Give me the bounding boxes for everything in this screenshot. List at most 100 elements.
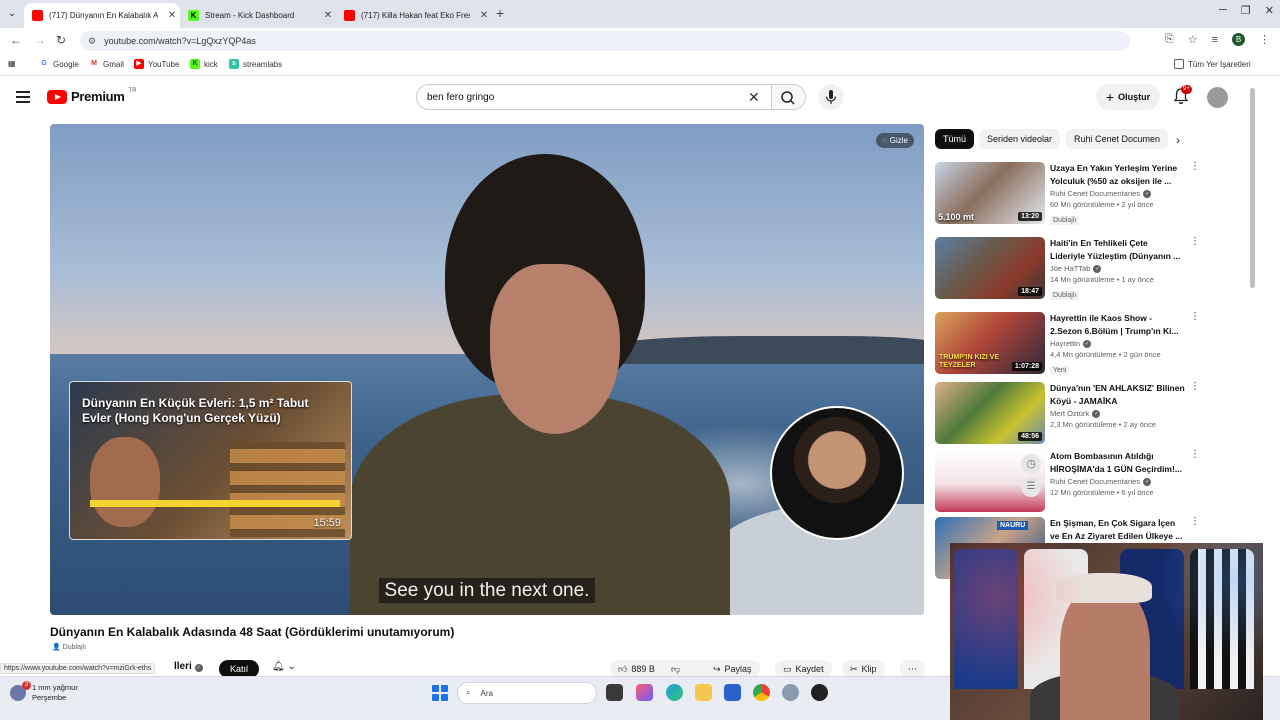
recommendation-item[interactable]: 48:56 Dünya'nın 'EN AHLAKSIZ' Bilinen Kö… <box>935 382 1200 448</box>
copilot-icon[interactable] <box>636 684 653 701</box>
more-vert-icon[interactable]: ⋮ <box>1190 382 1200 392</box>
bookmark-youtube[interactable]: ▶ YouTube <box>134 59 179 69</box>
edge-icon[interactable] <box>666 684 683 701</box>
reload-icon[interactable]: ↻ <box>56 33 66 47</box>
caption-text: See you in the next one. <box>378 578 596 603</box>
recommendation-item[interactable]: 5.100 mt 13:20 Uzaya En Yakın Yerleşim Y… <box>935 162 1200 228</box>
voice-search-button[interactable] <box>818 84 844 110</box>
more-vert-icon[interactable]: ⋮ <box>1190 517 1200 527</box>
chip-channel[interactable]: Ruhi Cenet Documen <box>1066 129 1169 149</box>
recommendation-item[interactable]: TRUMP'IN KIZI VE TEYZELER 1:07:28 Hayret… <box>935 312 1200 378</box>
obs-icon[interactable] <box>811 684 828 701</box>
endcard-thumbnail-person <box>90 437 160 527</box>
recommendation-channel[interactable]: Ruhi Cenet Documentaries ✓ <box>1050 477 1185 486</box>
settings-icon[interactable] <box>782 684 799 701</box>
search-query[interactable]: ben fero gringo <box>427 92 494 103</box>
video-thumbnail[interactable]: 18:47 <box>935 237 1045 299</box>
create-button[interactable]: + Oluştur <box>1096 84 1160 110</box>
close-icon[interactable]: ✕ <box>320 10 336 21</box>
scrollbar-thumb[interactable] <box>1250 88 1255 288</box>
recommendation-title[interactable]: Dünya'nın 'EN AHLAKSIZ' Bilinen Köyü - J… <box>1050 382 1185 407</box>
clear-search-icon[interactable]: ✕ <box>748 89 760 106</box>
omnibox[interactable]: ⚙ youtube.com/watch?v=LgQxzYQP4as <box>80 31 1130 51</box>
more-vert-icon[interactable]: ⋮ <box>1190 450 1200 460</box>
file-explorer-icon[interactable] <box>695 684 712 701</box>
recommendation-channel[interactable]: Ruhi Cenet Documentaries ✓ <box>1050 189 1185 198</box>
close-window-icon[interactable]: ✕ <box>1265 4 1274 17</box>
bookmark-kick[interactable]: K kick <box>190 59 218 69</box>
more-vert-icon[interactable]: ⋮ <box>1190 312 1200 322</box>
close-icon[interactable]: ✕ <box>476 10 492 21</box>
endscreen-channel-subscribe[interactable] <box>770 406 904 540</box>
browser-menu-icon[interactable]: ⋮ <box>1259 33 1270 46</box>
recommendation-title[interactable]: Hayrettin ile Kaos Show - 2.Sezon 6.Bölü… <box>1050 312 1185 337</box>
like-count[interactable]: 889 B <box>631 664 655 674</box>
chevron-right-icon[interactable]: › <box>1176 133 1180 147</box>
task-view-icon[interactable] <box>606 684 623 701</box>
youtube-premium-logo[interactable]: Premium TR <box>47 88 137 104</box>
recommendation-item[interactable]: ◷ ☰ Atom Bombasının Atıldığı HİROŞİMA'da… <box>935 450 1200 516</box>
bookmark-label: kick <box>204 59 218 69</box>
apps-grid-icon[interactable]: ▦ <box>8 59 16 68</box>
video-thumbnail[interactable]: TRUMP'IN KIZI VE TEYZELER 1:07:28 <box>935 312 1045 374</box>
site-info-icon[interactable]: ⚙ <box>88 36 96 47</box>
browser-tab-youtube-music[interactable]: (717) Killa Hakan feat Eko Fresh ✕ <box>336 3 492 28</box>
channel-text: Ruhi Cenet Documentaries <box>1050 189 1141 198</box>
recommendation-title[interactable]: Atom Bombasının Atıldığı HİROŞİMA'da 1 G… <box>1050 450 1185 475</box>
hide-endscreen-button[interactable]: ◌ Gizle <box>876 133 914 148</box>
video-player[interactable]: ◌ Gizle Dünyanın En Küçük Evleri: 1,5 m²… <box>50 124 924 615</box>
back-icon[interactable]: ← <box>10 33 22 47</box>
channel-name[interactable]: lleri ✓ <box>174 661 203 672</box>
recommendation-title[interactable]: Uzaya En Yakın Yerleşim Yerine Yolculuk … <box>1050 162 1185 187</box>
recommendation-channel[interactable]: Joe HaTTab ✓ <box>1050 264 1185 273</box>
restore-icon[interactable]: ❐ <box>1241 4 1251 17</box>
install-app-icon[interactable]: ⎘ <box>1165 33 1174 46</box>
weather-widget[interactable]: 3 1 mm yağmur Perşembe <box>10 681 78 703</box>
more-vert-icon[interactable]: ⋮ <box>1190 162 1200 172</box>
bookmark-gmail[interactable]: M Gmail <box>89 59 124 69</box>
subscription-bell-icon[interactable]: 🔔︎ ⌄ <box>272 661 296 672</box>
tab-search-chevron-icon[interactable]: ⌄ <box>4 6 20 22</box>
chip-all[interactable]: Tümü <box>935 129 975 149</box>
profile-avatar[interactable]: B <box>1232 33 1245 46</box>
verified-icon: ✓ <box>1093 264 1102 273</box>
recommendation-channel[interactable]: Hayrettin ✓ <box>1050 339 1185 348</box>
recommendation-channel[interactable]: Mert Öztürk ✓ <box>1050 409 1185 418</box>
search-button[interactable] <box>772 84 806 110</box>
kick-icon: K <box>188 10 199 21</box>
dislike-icon[interactable]: 👎︎ <box>671 664 680 675</box>
add-to-queue-icon[interactable]: ☰ <box>1021 477 1041 497</box>
account-avatar[interactable] <box>1207 87 1228 108</box>
recommendation-title[interactable]: En Şişman, En Çok Sigara İçen ve En Az Z… <box>1050 517 1185 542</box>
video-thumbnail-hover[interactable]: ◷ ☰ <box>935 450 1045 512</box>
browser-tab-youtube-video[interactable]: (717) Dünyanın En Kalabalık Ad ✕ <box>24 3 180 28</box>
microsoft-store-icon[interactable] <box>724 684 741 701</box>
chip-series[interactable]: Seriden videolar <box>979 129 1061 149</box>
chrome-icon[interactable] <box>753 684 770 701</box>
recommendation-title[interactable]: Haiti'in En Tehlikeli Çete Lideriyle Yüz… <box>1050 237 1185 262</box>
like-icon[interactable]: 👍︎ <box>618 664 627 675</box>
url-text[interactable]: youtube.com/watch?v=LgQxzYQP4as <box>104 36 256 46</box>
browser-tab-kick-dashboard[interactable]: K Stream - Kick Dashboard ✕ <box>180 3 336 28</box>
all-bookmarks[interactable]: Tüm Yer İşaretleri <box>1174 59 1251 69</box>
video-thumbnail[interactable]: 5.100 mt 13:20 <box>935 162 1045 224</box>
minimize-icon[interactable]: ─ <box>1219 4 1227 17</box>
taskbar-search[interactable]: ⌕ Ara <box>457 682 597 704</box>
endscreen-video-card[interactable]: Dünyanın En Küçük Evleri: 1,5 m² Tabut E… <box>69 381 352 540</box>
bookmark-streamlabs[interactable]: s streamlabs <box>229 59 282 69</box>
menu-icon[interactable] <box>16 91 30 103</box>
video-thumbnail[interactable]: 48:56 <box>935 382 1045 444</box>
duration-badge: 1:07:28 <box>1011 362 1042 371</box>
forward-icon[interactable]: → <box>34 33 46 47</box>
search-input[interactable]: ben fero gringo <box>416 84 772 110</box>
bookmark-google[interactable]: G Google <box>39 59 79 69</box>
bookmark-star-icon[interactable]: ☆ <box>1188 33 1198 46</box>
new-tab-icon[interactable]: + <box>496 5 504 21</box>
close-icon[interactable]: ✕ <box>164 10 180 21</box>
media-control-icon[interactable]: ≡ <box>1212 34 1218 46</box>
recommendation-item[interactable]: 18:47 Haiti'in En Tehlikeli Çete Lideriy… <box>935 237 1200 303</box>
windows-start-icon[interactable] <box>432 685 448 701</box>
more-vert-icon[interactable]: ⋮ <box>1190 237 1200 247</box>
verified-icon: ✓ <box>194 664 203 672</box>
watch-later-icon[interactable]: ◷ <box>1021 454 1041 474</box>
